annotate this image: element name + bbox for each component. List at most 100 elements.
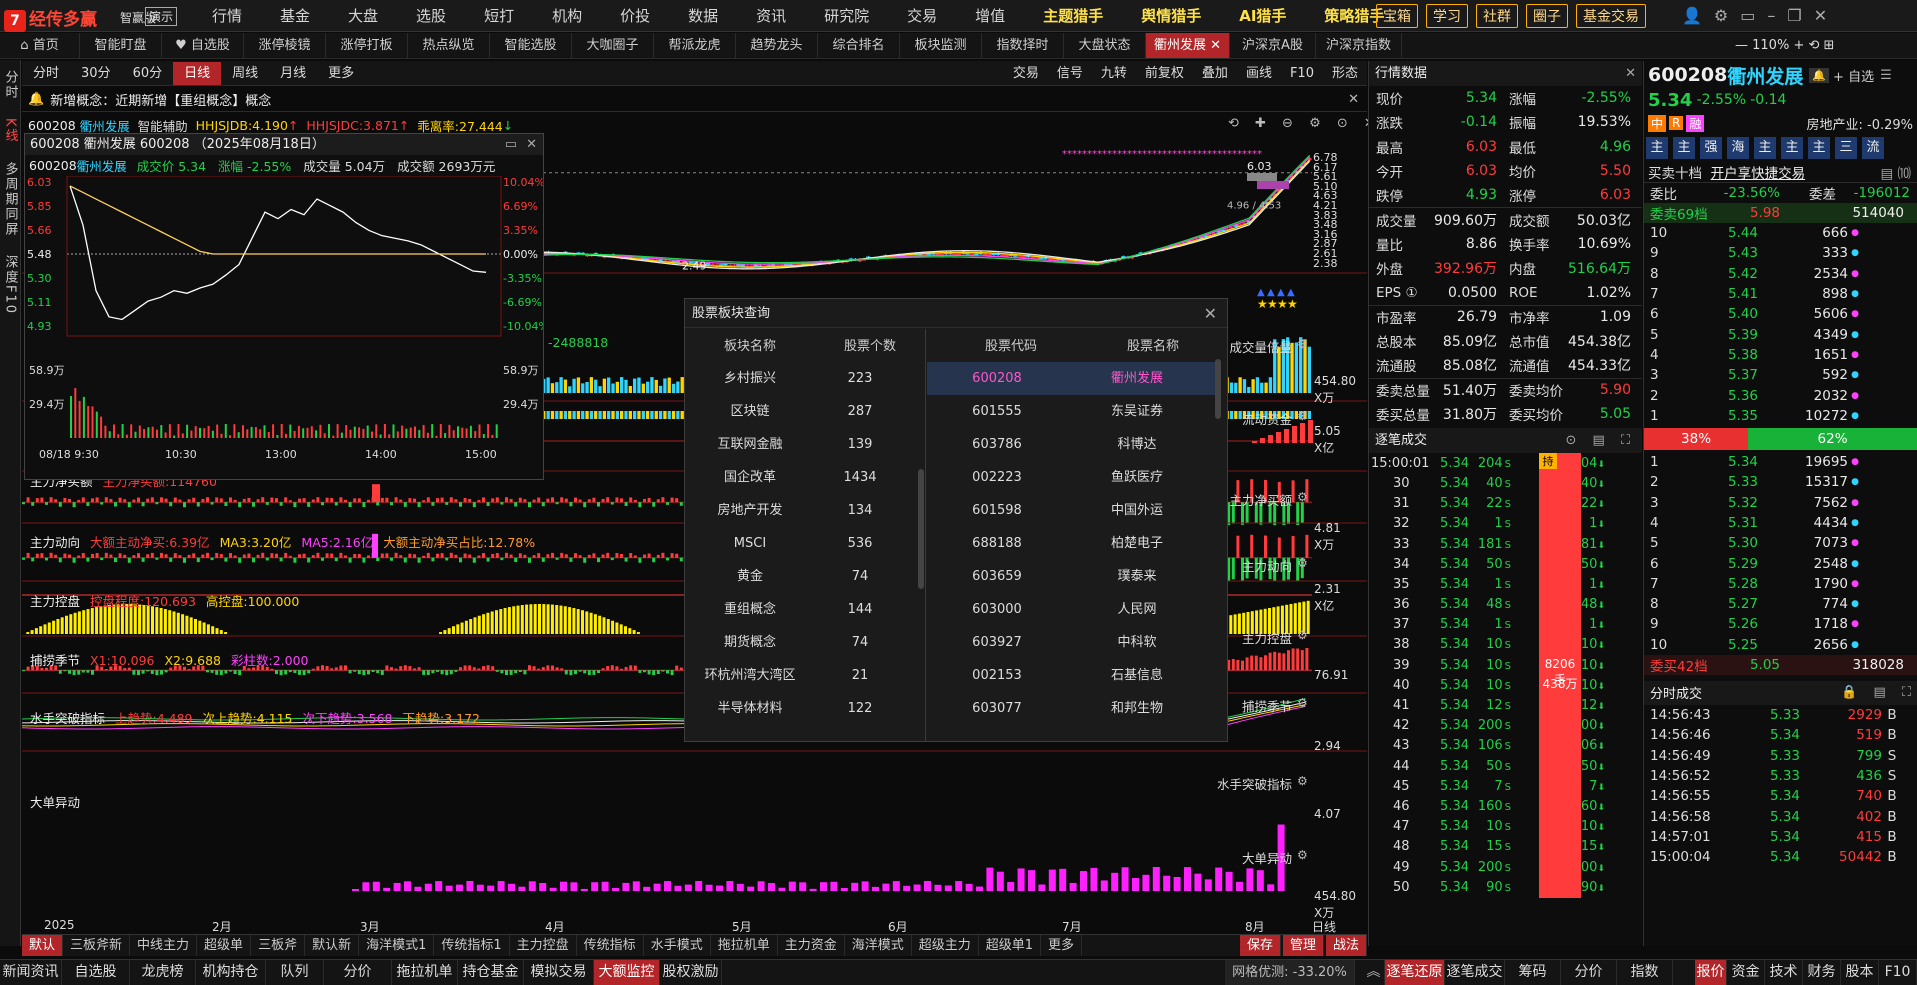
menu-item-4[interactable]: 短打 (465, 0, 533, 32)
view-1[interactable]: K线 (1, 118, 20, 144)
board-row[interactable]: 半导体材料 122 (695, 692, 919, 725)
book-level[interactable]: 10 5.44 666 ● (1644, 223, 1917, 243)
chart-tool-5[interactable]: 画线 (1237, 62, 1281, 85)
chart-tool-0[interactable]: 交易 (1004, 62, 1048, 85)
tool-button-2[interactable]: 社群 (1476, 4, 1518, 28)
book-level[interactable]: 3 5.37 592 ● (1644, 365, 1917, 385)
indicator-tab-12[interactable]: 主力资金 (778, 935, 845, 956)
signal-chip[interactable]: 流 (1862, 137, 1884, 159)
menu-item-12[interactable]: 主题猎手 (1024, 0, 1122, 32)
board-row[interactable]: MSCI 536 (695, 527, 919, 560)
settings-icon[interactable]: ⚙ (1297, 774, 1308, 788)
view-3[interactable]: 深度F10 (1, 255, 20, 315)
book-level[interactable]: 1 5.35 10272 ● (1644, 406, 1917, 426)
settings-icon[interactable]: ⚙ (1297, 556, 1308, 570)
stock-row[interactable]: 688188 柏楚电子 (927, 527, 1215, 560)
close-icon[interactable]: ✕ (1625, 61, 1636, 86)
tab-5[interactable]: 热点纵览 (408, 33, 490, 58)
tool-button-3[interactable]: 圈子 (1526, 4, 1568, 28)
signal-chip[interactable]: 海 (1727, 137, 1749, 159)
signal-chip[interactable]: 主 (1673, 137, 1695, 159)
concept-text[interactable]: 新增概念：近期新增【重组概念】概念 (50, 90, 271, 109)
bottom-tab-5[interactable]: 分价 (324, 960, 392, 985)
period-6[interactable]: 更多 (317, 62, 365, 85)
menu-item-6[interactable]: 价投 (601, 0, 669, 32)
indicator-action-0[interactable]: 保存 (1239, 935, 1281, 956)
chart-tool-3[interactable]: 前复权 (1136, 62, 1193, 85)
stock-row[interactable]: 002153 石基信息 (927, 659, 1215, 692)
board-row[interactable]: 黄金 74 (695, 560, 919, 593)
signal-chip[interactable]: 主 (1754, 137, 1776, 159)
menu-item-3[interactable]: 选股 (397, 0, 465, 32)
signal-chip[interactable]: 三 (1835, 137, 1857, 159)
stock-tag[interactable]: 融 (1686, 114, 1705, 132)
book-level[interactable]: 7 5.28 1790 ● (1644, 574, 1917, 594)
board-row[interactable]: 重组概念 144 (695, 593, 919, 626)
chart-tool-1[interactable]: 信号 (1048, 62, 1092, 85)
industry-label[interactable]: 房地产业: -0.29% (1806, 114, 1917, 133)
bell-icon[interactable]: 🔔 (1809, 67, 1830, 83)
signal-chip[interactable]: 主 (1808, 137, 1830, 159)
period-0[interactable]: 分时 (22, 62, 70, 85)
stock-tag[interactable]: R (1669, 116, 1684, 130)
book-level[interactable]: 7 5.41 898 ● (1644, 284, 1917, 304)
menu-item-14[interactable]: AI猎手 (1220, 0, 1305, 32)
book-level[interactable]: 2 5.33 15317 ● (1644, 472, 1917, 492)
period-2[interactable]: 60分 (122, 62, 174, 85)
tab-12[interactable]: 指数择时 (982, 33, 1064, 58)
board-row[interactable]: 互联网金融 139 (695, 428, 919, 461)
indicator-tab-11[interactable]: 拖拉机单 (711, 935, 778, 956)
bottom-mid-tab-4[interactable]: 指数 (1617, 960, 1673, 985)
bottom-tab-3[interactable]: 机构持仓 (196, 960, 266, 985)
settings-icon[interactable]: ⚙ (1297, 628, 1308, 642)
bottom-tab-1[interactable]: 自选股 (62, 960, 130, 985)
tab-15[interactable]: 沪深京A股 (1230, 33, 1316, 58)
bottom-tab-2[interactable]: 龙虎榜 (130, 960, 196, 985)
settings-icon[interactable]: ⚙ (1297, 337, 1308, 351)
settings-icon[interactable]: ⚙ (1714, 6, 1740, 25)
tab-3[interactable]: 涨停棱镜 (244, 33, 326, 58)
period-5[interactable]: 月线 (269, 62, 317, 85)
menu-item-0[interactable]: 行情 (193, 0, 261, 32)
menu-item-13[interactable]: 舆情猎手 (1122, 0, 1220, 32)
zoom-control[interactable]: — 110% + ⟲ ⊞ (1735, 38, 1834, 53)
tab-16[interactable]: 沪深京指数 (1316, 33, 1402, 58)
stock-row[interactable]: 603786 科博达 (927, 428, 1215, 461)
book-level[interactable]: 9 5.43 333 ● (1644, 243, 1917, 263)
indicator-tab-8[interactable]: 主力控盘 (510, 935, 577, 956)
bottom-tab-6[interactable]: 拖拉机单 (392, 960, 458, 985)
stock-row[interactable]: 603000 人民网 (927, 593, 1215, 626)
bottom-tab-9[interactable]: 大额监控 (594, 960, 660, 985)
settings-icon[interactable]: ⚙ (1297, 409, 1308, 423)
bottom-tab-7[interactable]: 持仓基金 (458, 960, 524, 985)
book-level[interactable]: 6 5.40 5606 ● (1644, 304, 1917, 324)
signal-chip[interactable]: 主 (1781, 137, 1803, 159)
stock-row[interactable]: 603927 中科软 (927, 626, 1215, 659)
fast-trade-link[interactable]: 开户享快捷交易 (1711, 162, 1806, 182)
bottom-tab-0[interactable]: 新闻资讯 (0, 960, 62, 985)
book-level[interactable]: 5 5.30 7073 ● (1644, 533, 1917, 553)
book-setting-icon[interactable]: ▤ ⑽ (1880, 162, 1911, 182)
indicator-action-1[interactable]: 管理 (1282, 935, 1324, 956)
bottom-right-tab-4[interactable]: 股本 (1841, 960, 1879, 985)
view-0[interactable]: 分时 (1, 70, 20, 100)
tab-14[interactable]: 衢州发展 ✕ (1146, 33, 1230, 58)
indicator-action-2[interactable]: 战法 (1325, 935, 1367, 956)
layout-icon[interactable]: ▭ (1740, 6, 1767, 25)
bottom-tab-8[interactable]: 模拟交易 (524, 960, 594, 985)
menu-item-11[interactable]: 增值 (956, 0, 1024, 32)
chart-tool-4[interactable]: 叠加 (1193, 62, 1237, 85)
bottom-right-tab-2[interactable]: 技术 (1765, 960, 1803, 985)
stock-tag[interactable]: 中 (1648, 114, 1667, 132)
concept-close-icon[interactable]: ✕ (1348, 92, 1359, 107)
settings-icon[interactable]: ⚙ (1297, 848, 1308, 862)
tab-9[interactable]: 趋势龙头 (736, 33, 818, 58)
tab-4[interactable]: 涨停打板 (326, 33, 408, 58)
book-level[interactable]: 4 5.38 1651 ● (1644, 345, 1917, 365)
minute-trade-controls[interactable]: 🔒 ▤ ⛶ (1841, 685, 1917, 700)
indicator-tab-14[interactable]: 超级主力 (912, 935, 979, 956)
indicator-tab-1[interactable]: 三板斧新 (63, 935, 131, 956)
window-controls[interactable]: 👤⚙▭–❐✕ (1682, 6, 1839, 25)
indicator-tab-7[interactable]: 传统指标1 (434, 935, 510, 956)
indicator-tab-0[interactable]: 默认 (22, 935, 64, 956)
